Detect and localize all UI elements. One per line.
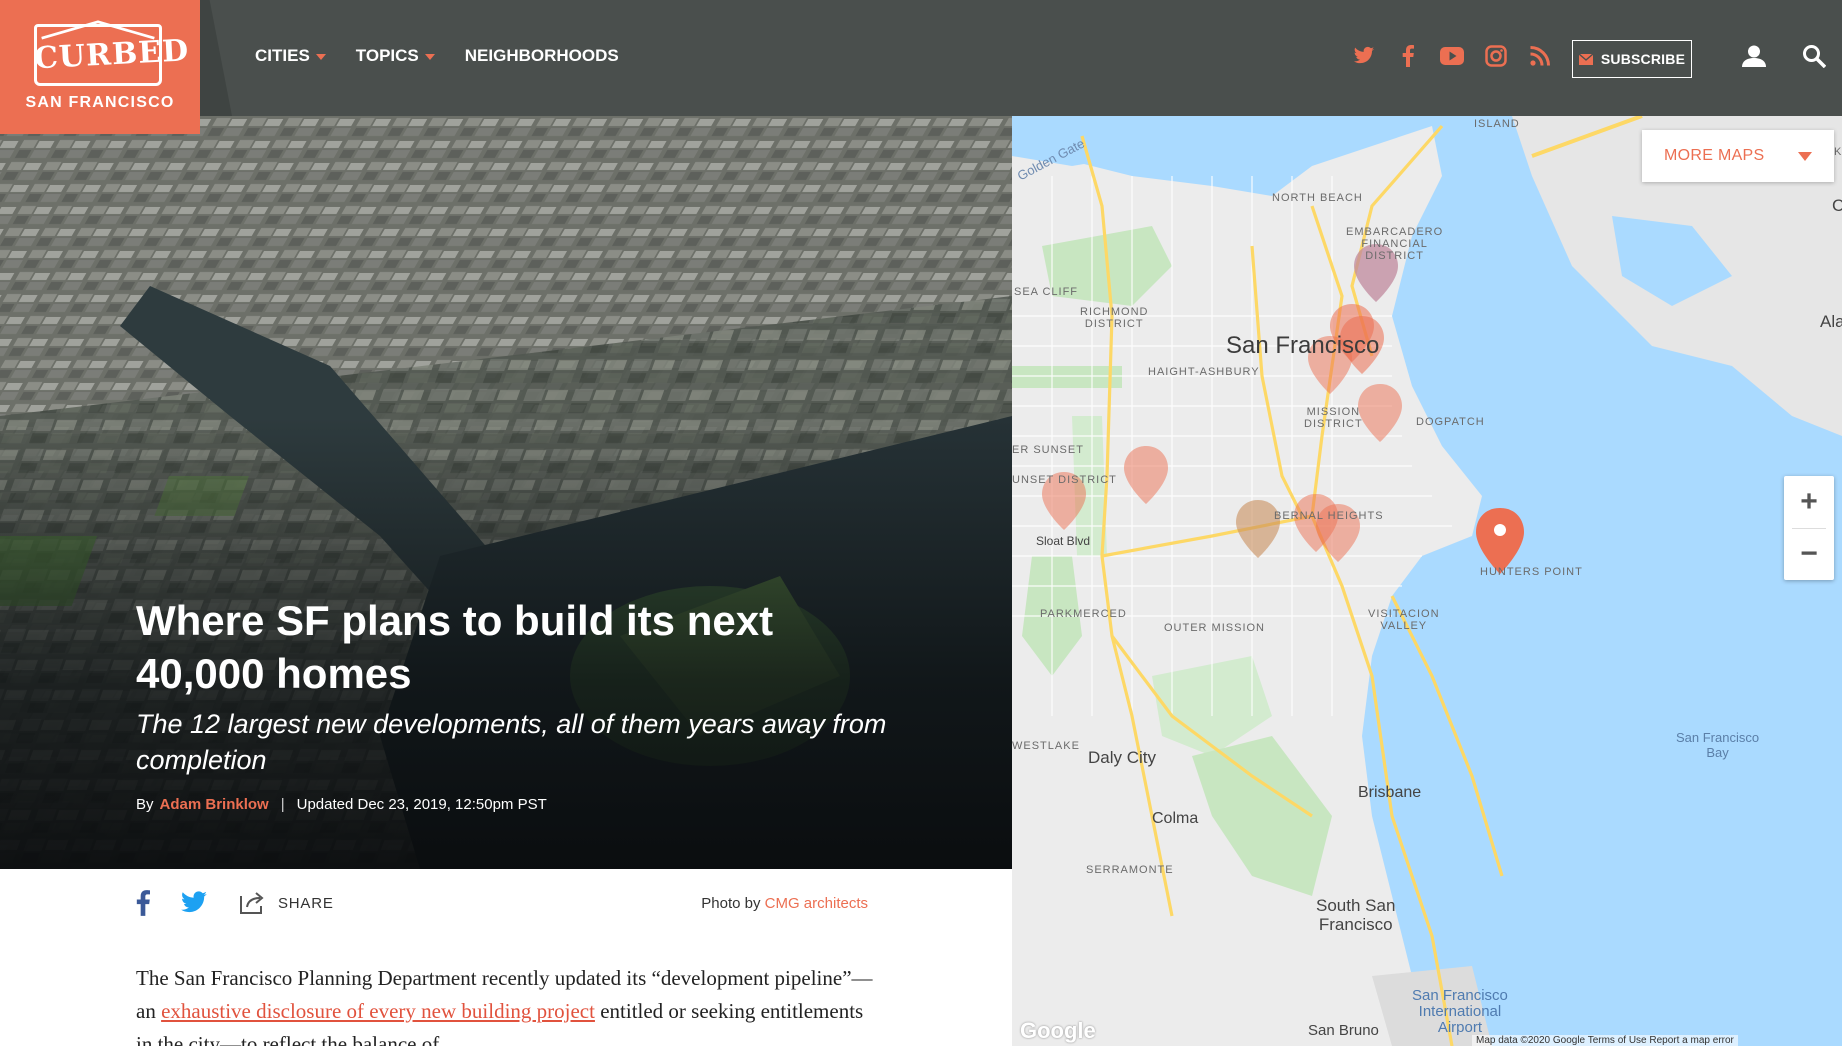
photo-credit-link[interactable]: CMG architects: [765, 895, 868, 912]
more-maps-dropdown[interactable]: MORE MAPS: [1642, 130, 1834, 182]
chevron-down-icon: [315, 54, 326, 60]
article-body: The San Francisco Planning Department re…: [136, 962, 876, 1046]
chevron-down-icon: [424, 54, 435, 60]
share-label[interactable]: SHARE: [278, 895, 334, 912]
hero-image: Where SF plans to build its next 40,000 …: [0, 116, 1012, 869]
youtube-icon[interactable]: [1440, 44, 1464, 68]
share-icon[interactable]: [238, 890, 266, 916]
social-links: [1352, 44, 1552, 68]
subscribe-label: SUBSCRIBE: [1600, 51, 1686, 67]
body-inline-link[interactable]: exhaustive disclosure of every new build…: [161, 999, 595, 1023]
chevron-down-icon: [1798, 151, 1812, 161]
map-label-sloat: Sloat Blvd: [1036, 534, 1091, 548]
site-logo[interactable]: CURBED SAN FRANCISCO: [0, 0, 200, 134]
nav-neighborhoods[interactable]: NEIGHBORHOODS: [465, 46, 619, 66]
logo-diagonal: [200, 0, 232, 116]
map-label-alameda: Alame: [1820, 312, 1842, 331]
more-maps-label: MORE MAPS: [1664, 147, 1765, 164]
map-label-haight: HAIGHT-ASHBURY: [1148, 366, 1260, 378]
author-link[interactable]: Adam Brinklow: [160, 796, 269, 813]
photo-credit-prefix: Photo by: [701, 894, 761, 912]
map-label-outer-mission: OUTER MISSION: [1164, 622, 1266, 634]
map-label-embarcadero: EMBARCADERO FINANCIAL DISTRICT: [1346, 226, 1444, 262]
map-label-colma: Colma: [1152, 810, 1199, 827]
main-nav: CITIES TOPICS NEIGHBORHOODS: [255, 46, 619, 66]
map-panel[interactable]: ISLAND Golden Gate NORTH BEACH EMBARCADE…: [1012, 116, 1842, 1046]
nav-cities-label: CITIES: [255, 46, 310, 65]
map-label-san-bruno: San Bruno: [1308, 1022, 1379, 1039]
map-label-north-beach: NORTH BEACH: [1272, 192, 1363, 204]
user-icon[interactable]: [1742, 44, 1766, 73]
map-data-attribution[interactable]: Map data ©2020 Google Terms of Use Repor…: [1472, 1035, 1738, 1046]
map-label-island: ISLAND: [1474, 118, 1520, 130]
instagram-icon[interactable]: [1484, 44, 1508, 68]
map-label-sf-bay: San Francisco Bay: [1676, 730, 1760, 760]
logo-city: SAN FRANCISCO: [25, 94, 175, 111]
map-zoom-control: + −: [1784, 476, 1834, 580]
map-label-k: K: [1834, 146, 1842, 158]
nav-topics[interactable]: TOPICS: [356, 46, 435, 66]
map-label-mission: MISSION DISTRICT: [1304, 406, 1363, 430]
zoom-out-button[interactable]: −: [1784, 528, 1834, 580]
map-label-sunset: ER SUNSET: [1012, 444, 1084, 456]
byline-by: By: [136, 796, 154, 813]
google-logo[interactable]: Google: [1020, 1018, 1096, 1044]
map-label-south-sf: South San Francisco: [1316, 896, 1396, 934]
map-label-westlake: WESTLAKE: [1012, 740, 1080, 752]
facebook-icon[interactable]: [1396, 44, 1420, 68]
nav-neighborhoods-label: NEIGHBORHOODS: [464, 46, 619, 65]
map-label-richmond: RICHMOND DISTRICT: [1080, 306, 1149, 330]
map-label-dogpatch: DOGPATCH: [1416, 416, 1485, 428]
zoom-divider: [1792, 528, 1826, 529]
map-label-serramonte: SERRAMONTE: [1086, 864, 1174, 876]
zoom-in-button[interactable]: +: [1784, 476, 1834, 528]
updated-timestamp: Updated Dec 23, 2019, 12:50pm PST: [296, 796, 547, 813]
byline-separator: |: [280, 796, 285, 813]
map-label-sfo: San Francisco International Airport: [1412, 987, 1508, 1036]
nav-topics-label: TOPICS: [355, 46, 419, 65]
mail-icon: [1578, 53, 1593, 65]
map-label-daly-city: Daly City: [1088, 748, 1157, 767]
twitter-share-icon[interactable]: [180, 891, 208, 915]
rss-icon[interactable]: [1528, 44, 1552, 68]
photo-credit: Photo by CMG architects: [701, 895, 868, 912]
map-label-sea-cliff: SEA CLIFF: [1014, 286, 1079, 298]
top-navbar: CITIES TOPICS NEIGHBORHOODS SUBSCRIBE: [0, 0, 1842, 116]
facebook-share-icon[interactable]: [136, 890, 150, 916]
map-label-sunset-district: UNSET DISTRICT: [1012, 474, 1117, 486]
map-label-san-francisco: San Francisco: [1226, 332, 1380, 359]
article-subtitle: The 12 largest new developments, all of …: [136, 709, 887, 775]
article-title: Where SF plans to build its next 40,000 …: [136, 597, 774, 697]
byline: By Adam Brinklow | Updated Dec 23, 2019,…: [136, 796, 547, 813]
logo-word: CURBED: [33, 33, 191, 77]
map-label-c: C: [1832, 196, 1842, 215]
share-bar: SHARE Photo by CMG architects: [136, 886, 868, 920]
search-icon[interactable]: [1802, 44, 1827, 73]
map-label-parkmerced: PARKMERCED: [1040, 608, 1127, 620]
map-label-visitacion: VISITACION VALLEY: [1368, 608, 1440, 632]
subscribe-button[interactable]: SUBSCRIBE: [1572, 40, 1692, 78]
map-label-bernal: BERNAL HEIGHTS: [1274, 510, 1384, 522]
nav-cities[interactable]: CITIES: [255, 46, 326, 66]
map-label-hunters-point: HUNTERS POINT: [1480, 566, 1583, 578]
map-label-brisbane: Brisbane: [1358, 784, 1422, 801]
twitter-icon[interactable]: [1352, 44, 1376, 68]
